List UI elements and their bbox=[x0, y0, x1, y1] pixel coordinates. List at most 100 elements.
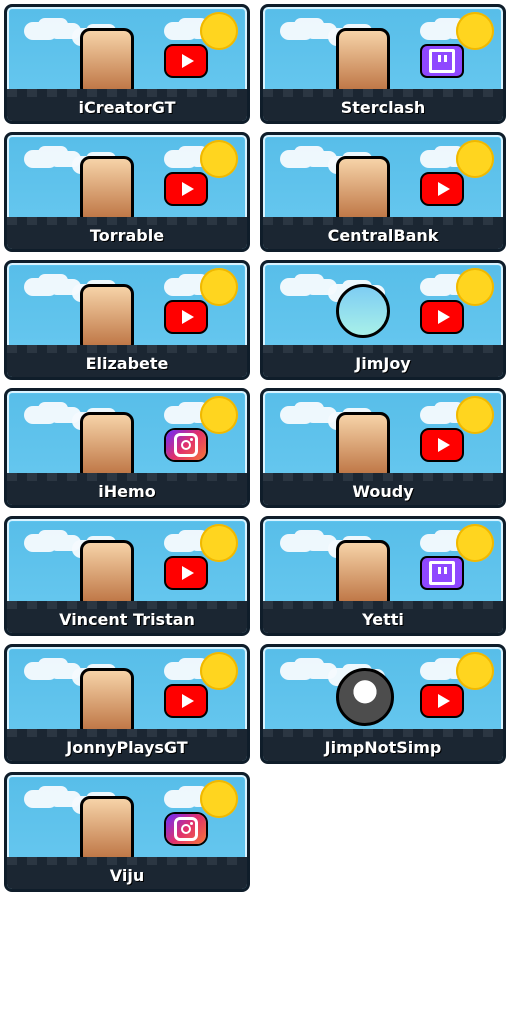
creator-card[interactable]: JimJoy bbox=[260, 260, 506, 380]
creator-name: JonnyPlaysGT bbox=[66, 738, 188, 757]
creator-card[interactable]: JimpNotSimp bbox=[260, 644, 506, 764]
creator-name: Viju bbox=[109, 866, 145, 885]
instagram-icon[interactable] bbox=[166, 814, 206, 844]
twitch-logo-icon bbox=[429, 561, 455, 585]
twitch-logo-icon bbox=[429, 49, 455, 73]
creator-card[interactable]: Elizabete bbox=[4, 260, 250, 380]
creator-card[interactable]: Vincent Tristan bbox=[4, 516, 250, 636]
sun-icon bbox=[456, 140, 494, 178]
twitch-icon[interactable] bbox=[422, 46, 462, 76]
wing-avatar-icon bbox=[80, 540, 134, 610]
cloud-icon bbox=[280, 278, 314, 296]
cloud-icon bbox=[24, 150, 58, 168]
sun-icon bbox=[456, 396, 494, 434]
youtube-icon[interactable] bbox=[166, 686, 206, 716]
angel-avatar-icon bbox=[80, 156, 134, 226]
youtube-icon[interactable] bbox=[166, 174, 206, 204]
creator-name: iHemo bbox=[98, 482, 156, 501]
crystal-avatar-icon bbox=[80, 28, 134, 98]
sun-icon bbox=[456, 524, 494, 562]
instagram-icon[interactable] bbox=[166, 430, 206, 460]
youtube-icon[interactable] bbox=[422, 430, 462, 460]
cloud-icon bbox=[280, 662, 314, 680]
cloud-icon bbox=[24, 278, 58, 296]
cloud-icon bbox=[164, 22, 198, 40]
cloud-icon bbox=[164, 534, 198, 552]
creator-name: JimpNotSimp bbox=[324, 738, 442, 757]
character-avatar-icon bbox=[336, 28, 390, 98]
ice-avatar-icon bbox=[80, 796, 134, 866]
creator-card[interactable]: Viju bbox=[4, 772, 250, 892]
cloud-icon bbox=[24, 662, 58, 680]
cat-avatar-icon bbox=[336, 284, 390, 338]
hat-avatar-icon bbox=[336, 540, 390, 610]
king-avatar-icon bbox=[336, 156, 390, 226]
youtube-icon[interactable] bbox=[422, 302, 462, 332]
youtube-icon[interactable] bbox=[422, 174, 462, 204]
play-icon bbox=[181, 694, 194, 708]
sun-icon bbox=[200, 140, 238, 178]
cloud-icon bbox=[24, 22, 58, 40]
youtube-icon[interactable] bbox=[422, 686, 462, 716]
cloud-icon bbox=[164, 790, 198, 808]
cloud-icon bbox=[24, 534, 58, 552]
sun-icon bbox=[200, 524, 238, 562]
cloud-icon bbox=[420, 150, 454, 168]
youtube-icon[interactable] bbox=[166, 46, 206, 76]
instagram-logo-icon bbox=[174, 817, 198, 841]
play-icon bbox=[181, 310, 194, 324]
creator-name: Yetti bbox=[362, 610, 404, 629]
creator-name: JimJoy bbox=[355, 354, 411, 373]
play-icon bbox=[437, 694, 450, 708]
sun-icon bbox=[456, 268, 494, 306]
creator-card[interactable]: CentralBank bbox=[260, 132, 506, 252]
cloud-icon bbox=[164, 278, 198, 296]
creator-name: Sterclash bbox=[340, 98, 426, 117]
sun-icon bbox=[200, 780, 238, 818]
cloud-icon bbox=[280, 534, 314, 552]
creator-name: Vincent Tristan bbox=[59, 610, 195, 629]
play-icon bbox=[181, 182, 194, 196]
play-icon bbox=[437, 310, 450, 324]
play-icon bbox=[181, 54, 194, 68]
cloud-icon bbox=[420, 406, 454, 424]
creator-card[interactable]: Woudy bbox=[260, 388, 506, 508]
creator-card[interactable]: iCreatorGT bbox=[4, 4, 250, 124]
creator-name: iCreatorGT bbox=[78, 98, 176, 117]
creator-card[interactable]: Yetti bbox=[260, 516, 506, 636]
creator-card[interactable]: iHemo bbox=[4, 388, 250, 508]
play-icon bbox=[437, 182, 450, 196]
cloud-icon bbox=[164, 150, 198, 168]
cloud-icon bbox=[420, 534, 454, 552]
cloud-icon bbox=[280, 150, 314, 168]
face-avatar-icon bbox=[336, 668, 394, 726]
play-icon bbox=[181, 566, 194, 580]
cloud-icon bbox=[420, 278, 454, 296]
cloud-icon bbox=[280, 406, 314, 424]
sun-icon bbox=[200, 268, 238, 306]
sun-icon bbox=[456, 12, 494, 50]
cloud-icon bbox=[24, 790, 58, 808]
sun-icon bbox=[200, 396, 238, 434]
creator-name: CentralBank bbox=[327, 226, 439, 245]
instagram-logo-icon bbox=[174, 433, 198, 457]
fire-avatar-icon bbox=[80, 412, 134, 482]
twitch-icon[interactable] bbox=[422, 558, 462, 588]
youtube-icon[interactable] bbox=[166, 302, 206, 332]
creator-card[interactable]: JonnyPlaysGT bbox=[4, 644, 250, 764]
creator-card[interactable]: Torrable bbox=[4, 132, 250, 252]
cloud-icon bbox=[280, 22, 314, 40]
youtube-icon[interactable] bbox=[166, 558, 206, 588]
cloud-icon bbox=[420, 22, 454, 40]
wizard-avatar-icon bbox=[80, 668, 134, 738]
creator-name: Elizabete bbox=[85, 354, 169, 373]
creator-name: Torrable bbox=[89, 226, 165, 245]
sun-icon bbox=[200, 12, 238, 50]
creator-card[interactable]: Sterclash bbox=[260, 4, 506, 124]
jester-avatar-icon bbox=[336, 412, 390, 482]
cloud-icon bbox=[24, 406, 58, 424]
panda-avatar-icon bbox=[80, 284, 134, 354]
sun-icon bbox=[456, 652, 494, 690]
cloud-icon bbox=[420, 662, 454, 680]
play-icon bbox=[437, 438, 450, 452]
